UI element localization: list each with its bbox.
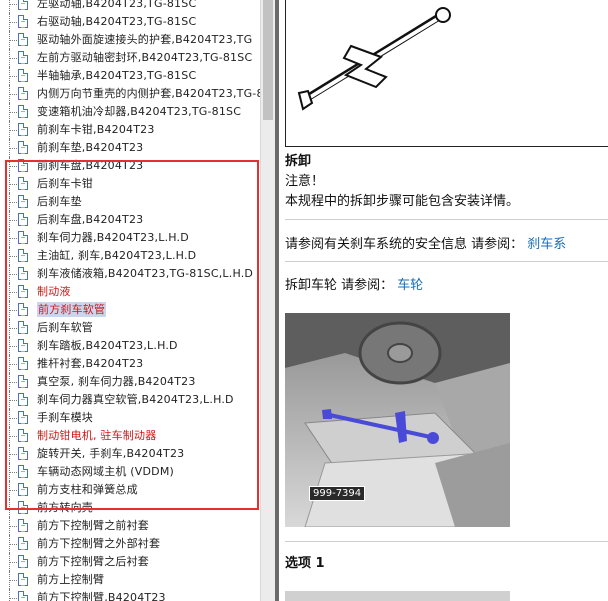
tree-item-label: 左驱动轴,B4204T23,TG-81SC — [37, 0, 197, 10]
tree-item[interactable]: 前方下控制臂之前衬套 — [0, 517, 260, 535]
special-tool-icon — [297, 7, 451, 111]
tree-item-label: 前方下控制臂之外部衬套 — [37, 537, 161, 550]
safety-line: 请参阅有关刹车系统的安全信息 请参阅： 刹车系 — [285, 233, 566, 252]
tree-item-label: 前刹车卡钳,B4204T23 — [37, 123, 155, 136]
document-icon — [18, 123, 28, 136]
tree-item-label: 左前方驱动轴密封环,B4204T23,TG-81SC — [37, 51, 253, 64]
content-pane: 拆卸 注意！ 本规程中的拆卸步骤可能包含安装详情。 请参阅有关刹车系统的安全信息… — [279, 0, 608, 601]
tree-item[interactable]: 前刹车垫,B4204T23 — [0, 139, 260, 157]
tree-item[interactable]: 左前方驱动轴密封环,B4204T23,TG-81SC — [0, 49, 260, 67]
tree-item[interactable]: 左驱动轴,B4204T23,TG-81SC — [0, 0, 260, 13]
wheel-line: 拆卸车轮 请参阅： 车轮 — [285, 274, 423, 293]
tree-scrollbar[interactable] — [260, 0, 275, 601]
tree-item-label: 前方上控制臂 — [37, 573, 105, 586]
tree-item-label: 右驱动轴,B4204T23,TG-81SC — [37, 15, 197, 28]
option-heading: 选项 1 — [285, 556, 325, 571]
safety-link[interactable]: 刹车系 — [527, 237, 566, 252]
wheel-link[interactable]: 车轮 — [397, 278, 423, 293]
tree-item-label: 前刹车垫,B4204T23 — [37, 141, 144, 154]
tree-item[interactable]: 前方下控制臂,B4204T23 — [0, 589, 260, 601]
divider — [285, 261, 608, 262]
document-icon — [18, 537, 28, 550]
tree-item[interactable]: 前方上控制臂 — [0, 571, 260, 589]
document-icon — [18, 51, 28, 64]
tree-item[interactable]: 右驱动轴,B4204T23,TG-81SC — [0, 13, 260, 31]
tree-item[interactable]: 前方下控制臂之外部衬套 — [0, 535, 260, 553]
tree-item[interactable]: 前刹车卡钳,B4204T23 — [0, 121, 260, 139]
safety-text: 请参阅有关刹车系统的安全信息 请参阅： — [285, 237, 524, 252]
tree-item-label: 前方下控制臂之后衬套 — [37, 555, 149, 568]
tree-item[interactable]: 前方下控制臂之后衬套 — [0, 553, 260, 571]
tool-illustration — [285, 0, 608, 147]
tree-item-label: 变速箱机油冷却器,B4204T23,TG-81SC — [37, 105, 242, 118]
document-icon — [18, 519, 28, 532]
tree-item[interactable]: 变速箱机油冷却器,B4204T23,TG-81SC — [0, 103, 260, 121]
document-icon — [18, 69, 28, 82]
scrollbar-thumb[interactable] — [263, 0, 273, 120]
document-icon — [18, 573, 28, 586]
document-icon — [18, 0, 28, 10]
tree-item[interactable]: 半轴轴承,B4204T23,TG-81SC — [0, 67, 260, 85]
tree-item-label: 前方下控制臂之前衬套 — [37, 519, 149, 532]
tree-item[interactable]: 驱动轴外面旋速接头的护套,B4204T23,TG — [0, 31, 260, 49]
option-photo — [285, 591, 510, 601]
divider — [285, 541, 608, 542]
tree-item-label: 前方下控制臂,B4204T23 — [37, 591, 166, 601]
document-icon — [18, 555, 28, 568]
tree-item[interactable]: 内侧万向节重壳的内侧护套,B4204T23,TG-8 — [0, 85, 260, 103]
document-icon — [18, 15, 28, 28]
highlight-box — [5, 160, 259, 510]
tree-item-label: 驱动轴外面旋速接头的护套,B4204T23,TG — [37, 33, 253, 46]
divider — [285, 219, 608, 220]
wheel-text: 拆卸车轮 请参阅： — [285, 278, 394, 293]
document-icon — [18, 141, 28, 154]
document-icon — [18, 105, 28, 118]
document-icon — [18, 87, 28, 100]
tree-item-label: 内侧万向节重壳的内侧护套,B4204T23,TG-8 — [37, 87, 260, 100]
section-heading: 拆卸 — [285, 154, 312, 169]
photo-reference-label: 999-7394 — [309, 486, 366, 501]
document-icon — [18, 591, 28, 601]
document-icon — [18, 33, 28, 46]
tree-item-label: 半轴轴承,B4204T23,TG-81SC — [37, 69, 197, 82]
procedure-photo: 999-7394 — [285, 313, 510, 527]
notice-text: 本规程中的拆卸步骤可能包含安装详情。 — [285, 194, 520, 209]
notice-label: 注意！ — [285, 174, 325, 189]
